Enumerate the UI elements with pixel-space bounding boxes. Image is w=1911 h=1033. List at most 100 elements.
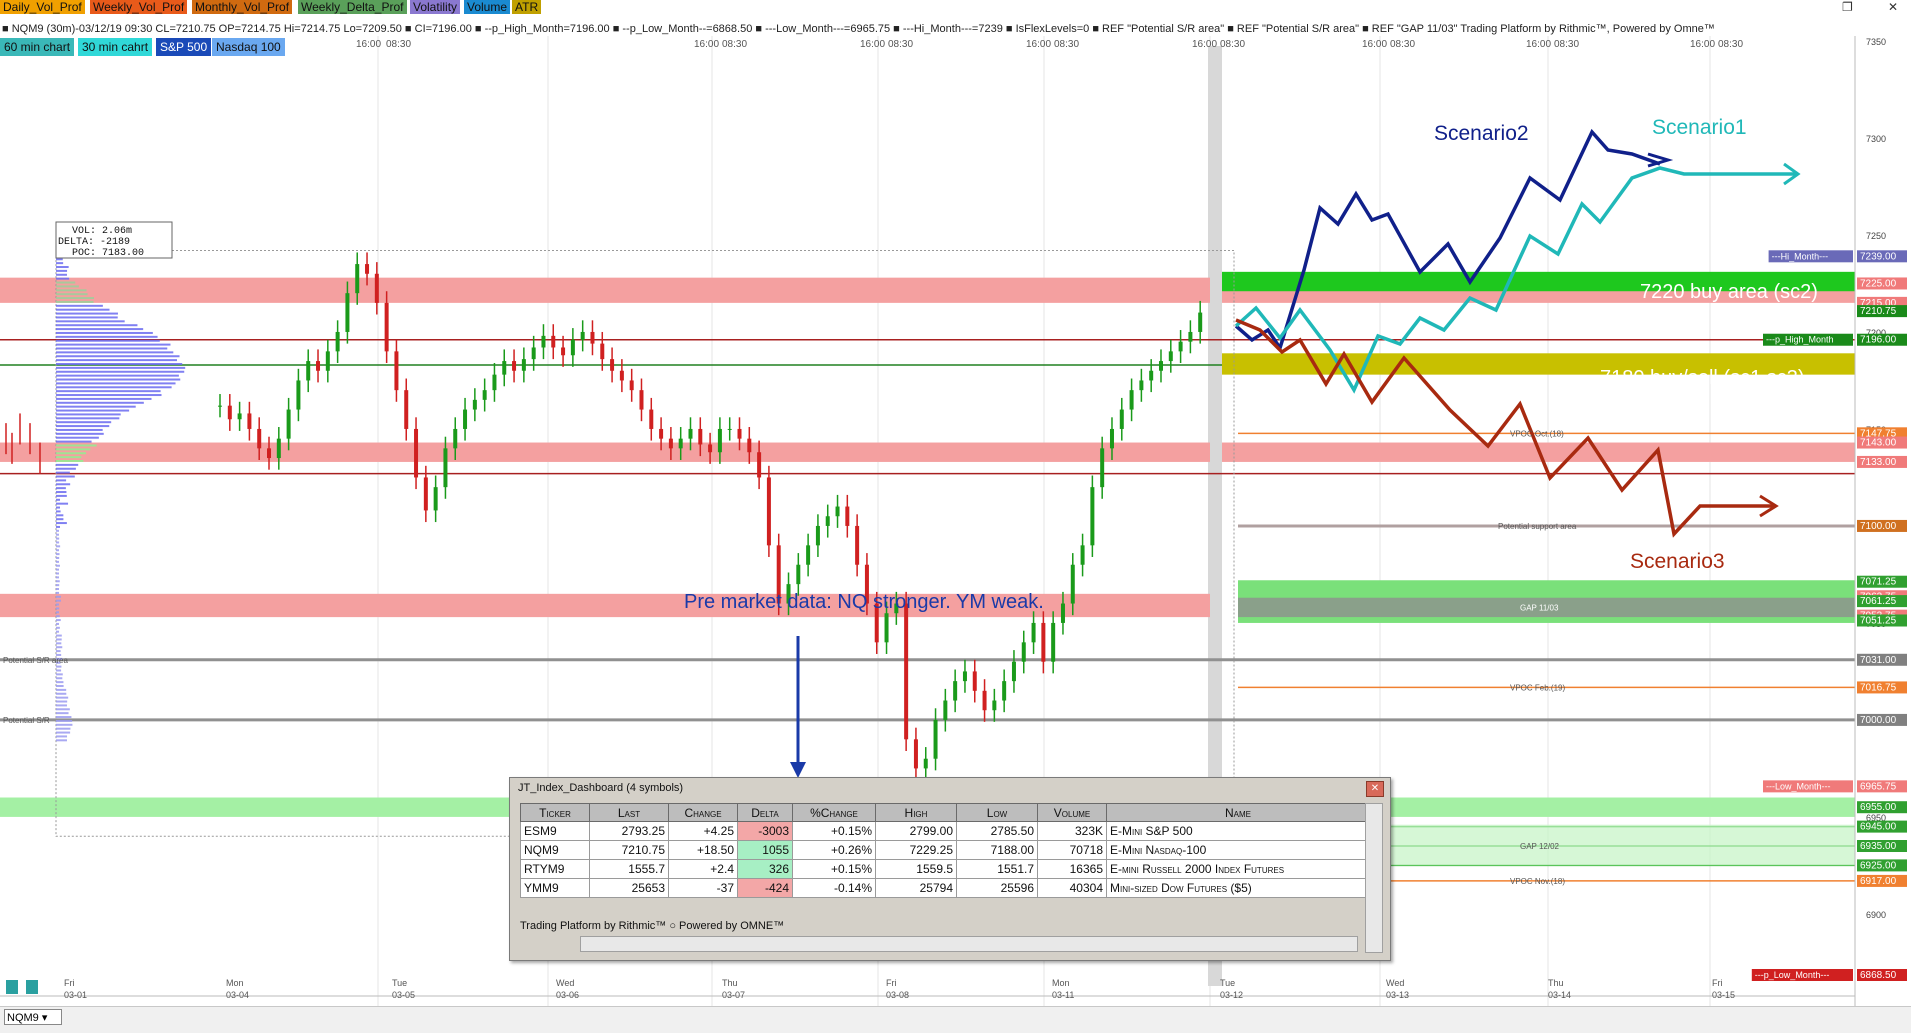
volume-profile-bar: [56, 569, 59, 571]
candle-body: [738, 429, 742, 439]
price-tag-value: 7000.00: [1860, 715, 1897, 726]
candle-type-icon: [6, 980, 18, 994]
dashboard-row[interactable]: ESM9 2793.25 +4.25 -3003 +0.15% 2799.00 2785.5…: [521, 822, 1370, 841]
cell-change: -37: [669, 879, 738, 898]
volume-profile-bar: [56, 650, 61, 652]
candle-body: [914, 739, 918, 768]
dashboard-horizontal-scrollbar[interactable]: [580, 936, 1358, 952]
candle-body: [551, 336, 555, 348]
tab-monthly-vol-prof[interactable]: Monthly_Vol_Prof: [192, 0, 292, 14]
price-tag-value: 6868.50: [1860, 970, 1897, 981]
price-tag-label: ---Low_Month---: [1766, 781, 1831, 791]
session-label: 16:00: [1192, 39, 1217, 50]
date-axis-date: 03-11: [1052, 990, 1074, 1000]
volume-profile-bar: [56, 429, 103, 431]
session-label: 16:00: [1362, 39, 1387, 50]
candle-body: [512, 361, 516, 371]
vpoc-oct-label: VPOC Oct.(18): [1510, 429, 1564, 438]
volume-profile-bar: [56, 596, 61, 598]
date-axis-day: Fri: [1712, 978, 1723, 988]
candle-body: [747, 439, 751, 453]
candle-body: [257, 429, 261, 448]
close-icon[interactable]: ✕: [1888, 0, 1898, 14]
price-tag-value: 6925.00: [1860, 860, 1897, 871]
volume-profile-bar: [56, 604, 59, 606]
scenario1-label: Scenario1: [1652, 116, 1747, 139]
candle-body: [502, 361, 506, 375]
volume-profile-bar: [56, 701, 67, 703]
volume-profile-bar: [56, 631, 59, 633]
candle-body: [806, 545, 810, 564]
volume-profile-bar: [56, 666, 61, 668]
symbol-select[interactable]: NQM9 ▾: [4, 1009, 62, 1025]
volume-profile-bar: [56, 526, 60, 528]
price-tag-value: 7016.75: [1860, 682, 1897, 693]
price-axis-tick: 6900: [1866, 910, 1886, 920]
session-label: 08:30: [1220, 39, 1245, 50]
cell-ticker: YMM9: [521, 879, 590, 898]
cell-pct: +0.15%: [793, 822, 876, 841]
candle-body: [571, 340, 575, 356]
tab-daily-vol-prof[interactable]: Daily_Vol_Prof: [0, 0, 85, 14]
volume-profile-bar: [56, 258, 63, 260]
candle-body: [267, 448, 271, 458]
date-axis-day: Wed: [556, 978, 574, 988]
column-header-low[interactable]: Low: [957, 804, 1038, 822]
price-tag-value: 7225.00: [1860, 278, 1897, 289]
volume-profile-bar: [56, 402, 144, 404]
tab-atr[interactable]: ATR: [512, 0, 541, 14]
dashboard-footer: Trading Platform by Rithmic™ ○ Powered b…: [520, 920, 784, 932]
column-header-name[interactable]: Name: [1107, 804, 1370, 822]
volume-profile-bar: [56, 359, 177, 361]
volume-profile-bar: [56, 557, 59, 559]
volume-profile-bar: [56, 635, 62, 637]
candle-body: [581, 332, 585, 340]
volume-profile-bar: [56, 685, 64, 687]
volume-profile-bar: [56, 592, 59, 594]
candle-body: [992, 701, 996, 711]
column-header-change[interactable]: %Change: [793, 804, 876, 822]
session-label: 08:30: [1554, 39, 1579, 50]
cell-last: 1555.7: [590, 860, 669, 879]
cell-delta: -424: [738, 879, 793, 898]
volume-profile-bar: [56, 448, 90, 450]
candle-body: [1130, 390, 1134, 409]
volume-profile-bar: [56, 375, 179, 377]
restore-icon[interactable]: ❐: [1842, 0, 1853, 14]
column-header-change[interactable]: Change: [669, 804, 738, 822]
index-dashboard-window[interactable]: JT_Index_Dashboard (4 symbols) ✕ Ticker L…: [509, 777, 1391, 961]
volume-profile-bar: [56, 584, 59, 586]
dashboard-row[interactable]: RTYM9 1555.7 +2.4 326 +0.15% 1559.5 1551.7 1636…: [521, 860, 1370, 879]
volume-profile-bar: [56, 503, 68, 505]
cell-name: E-mini Russell 2000 Index Futures: [1107, 860, 1370, 879]
tab-weekly-delta-prof[interactable]: Weekly_Delta_Prof: [298, 0, 407, 14]
tab-volume[interactable]: Volume: [464, 0, 510, 14]
volume-profile-bar: [56, 394, 162, 396]
cell-volume: 70718: [1038, 841, 1107, 860]
candle-body: [649, 410, 653, 429]
bottom-bar: [0, 1006, 1911, 1033]
dashboard-row[interactable]: YMM9 25653 -37 -424 -0.14% 25794 25596 40304 Min…: [521, 879, 1370, 898]
column-header-delta[interactable]: Delta: [738, 804, 793, 822]
column-header-ticker[interactable]: Ticker: [521, 804, 590, 822]
column-header-high[interactable]: High: [876, 804, 957, 822]
volume-profile-bar: [56, 561, 59, 563]
volume-profile-bar: [56, 611, 59, 613]
volume-profile-bar: [56, 580, 60, 582]
volume-profile-bar: [56, 732, 70, 734]
volume-profile-bar: [56, 320, 125, 322]
column-header-last[interactable]: Last: [590, 804, 669, 822]
column-header-volume[interactable]: Volume: [1038, 804, 1107, 822]
volume-profile-bar: [56, 642, 61, 644]
dashboard-close-icon[interactable]: ✕: [1366, 781, 1384, 797]
candle-body: [316, 361, 320, 371]
price-tag-value: 6965.75: [1860, 781, 1897, 792]
cell-volume: 16365: [1038, 860, 1107, 879]
volume-profile-bar: [56, 456, 81, 458]
dashboard-vertical-scrollbar[interactable]: [1365, 803, 1383, 953]
tab-weekly-vol-prof[interactable]: Weekly_Vol_Prof: [90, 0, 187, 14]
dashboard-row[interactable]: NQM9 7210.75 +18.50 1055 +0.26% 7229.25 7188.0…: [521, 841, 1370, 860]
tab-volatility[interactable]: Volatility: [410, 0, 460, 14]
candle-body: [1149, 371, 1153, 381]
cell-change: +4.25: [669, 822, 738, 841]
